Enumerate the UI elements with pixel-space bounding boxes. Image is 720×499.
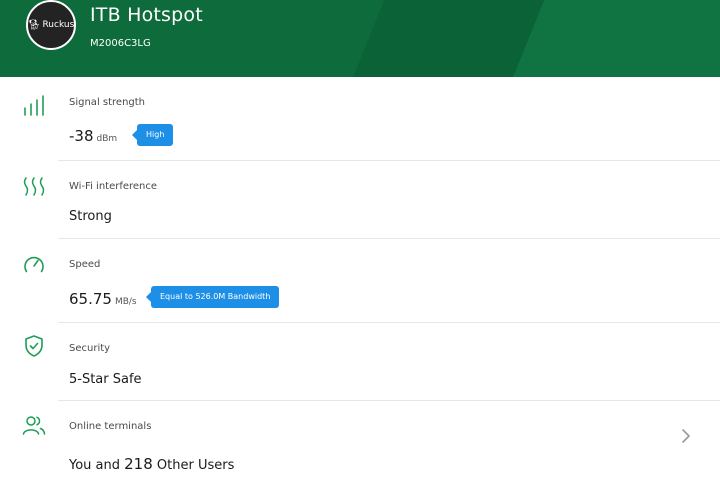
wifi-interference-label: Wi-Fi interference xyxy=(69,181,158,192)
divider xyxy=(58,400,720,401)
signal-value: -38 xyxy=(69,127,94,145)
speed-unit: MB/s xyxy=(114,297,137,307)
signal-badge: High xyxy=(131,124,174,146)
dog-icon: 🐕︎ xyxy=(27,19,41,31)
speedometer-icon xyxy=(24,256,44,273)
speed-value: 65.75 MB/s xyxy=(69,290,137,308)
page-title: ITB Hotspot xyxy=(90,4,203,26)
speed-number: 65.75 xyxy=(69,290,112,308)
users-icon xyxy=(22,416,46,435)
chevron-right-icon[interactable] xyxy=(680,428,692,444)
divider xyxy=(58,322,720,323)
header: 🐕︎ Ruckus ITB Hotspot M2006C3LG xyxy=(0,0,720,77)
terminals-prefix: You and xyxy=(69,458,120,473)
bandwidth-badge: Equal to 526.0M Bandwidth xyxy=(145,286,280,308)
wavy-lines-icon xyxy=(23,177,45,196)
online-terminals-label: Online terminals xyxy=(69,421,152,432)
signal-strength-label: Signal strength xyxy=(69,97,146,108)
terminals-suffix: Other Users xyxy=(156,458,235,473)
signal-bars-icon xyxy=(24,95,44,116)
speed-label: Speed xyxy=(69,259,101,270)
online-terminals-value: You and 218 Other Users xyxy=(69,455,234,473)
terminals-count: 218 xyxy=(124,455,153,473)
ruckus-logo: 🐕︎ Ruckus xyxy=(26,0,76,50)
shield-check-icon xyxy=(25,335,43,357)
device-model: M2006C3LG xyxy=(90,38,151,49)
signal-strength-value: -38 dBm xyxy=(69,127,117,145)
logo-text: Ruckus xyxy=(42,20,75,30)
security-value: 5-Star Safe xyxy=(69,372,142,387)
signal-unit: dBm xyxy=(96,134,118,144)
divider xyxy=(58,238,720,239)
security-label: Security xyxy=(69,343,111,354)
divider xyxy=(58,160,720,161)
wifi-interference-value: Strong xyxy=(69,209,112,224)
